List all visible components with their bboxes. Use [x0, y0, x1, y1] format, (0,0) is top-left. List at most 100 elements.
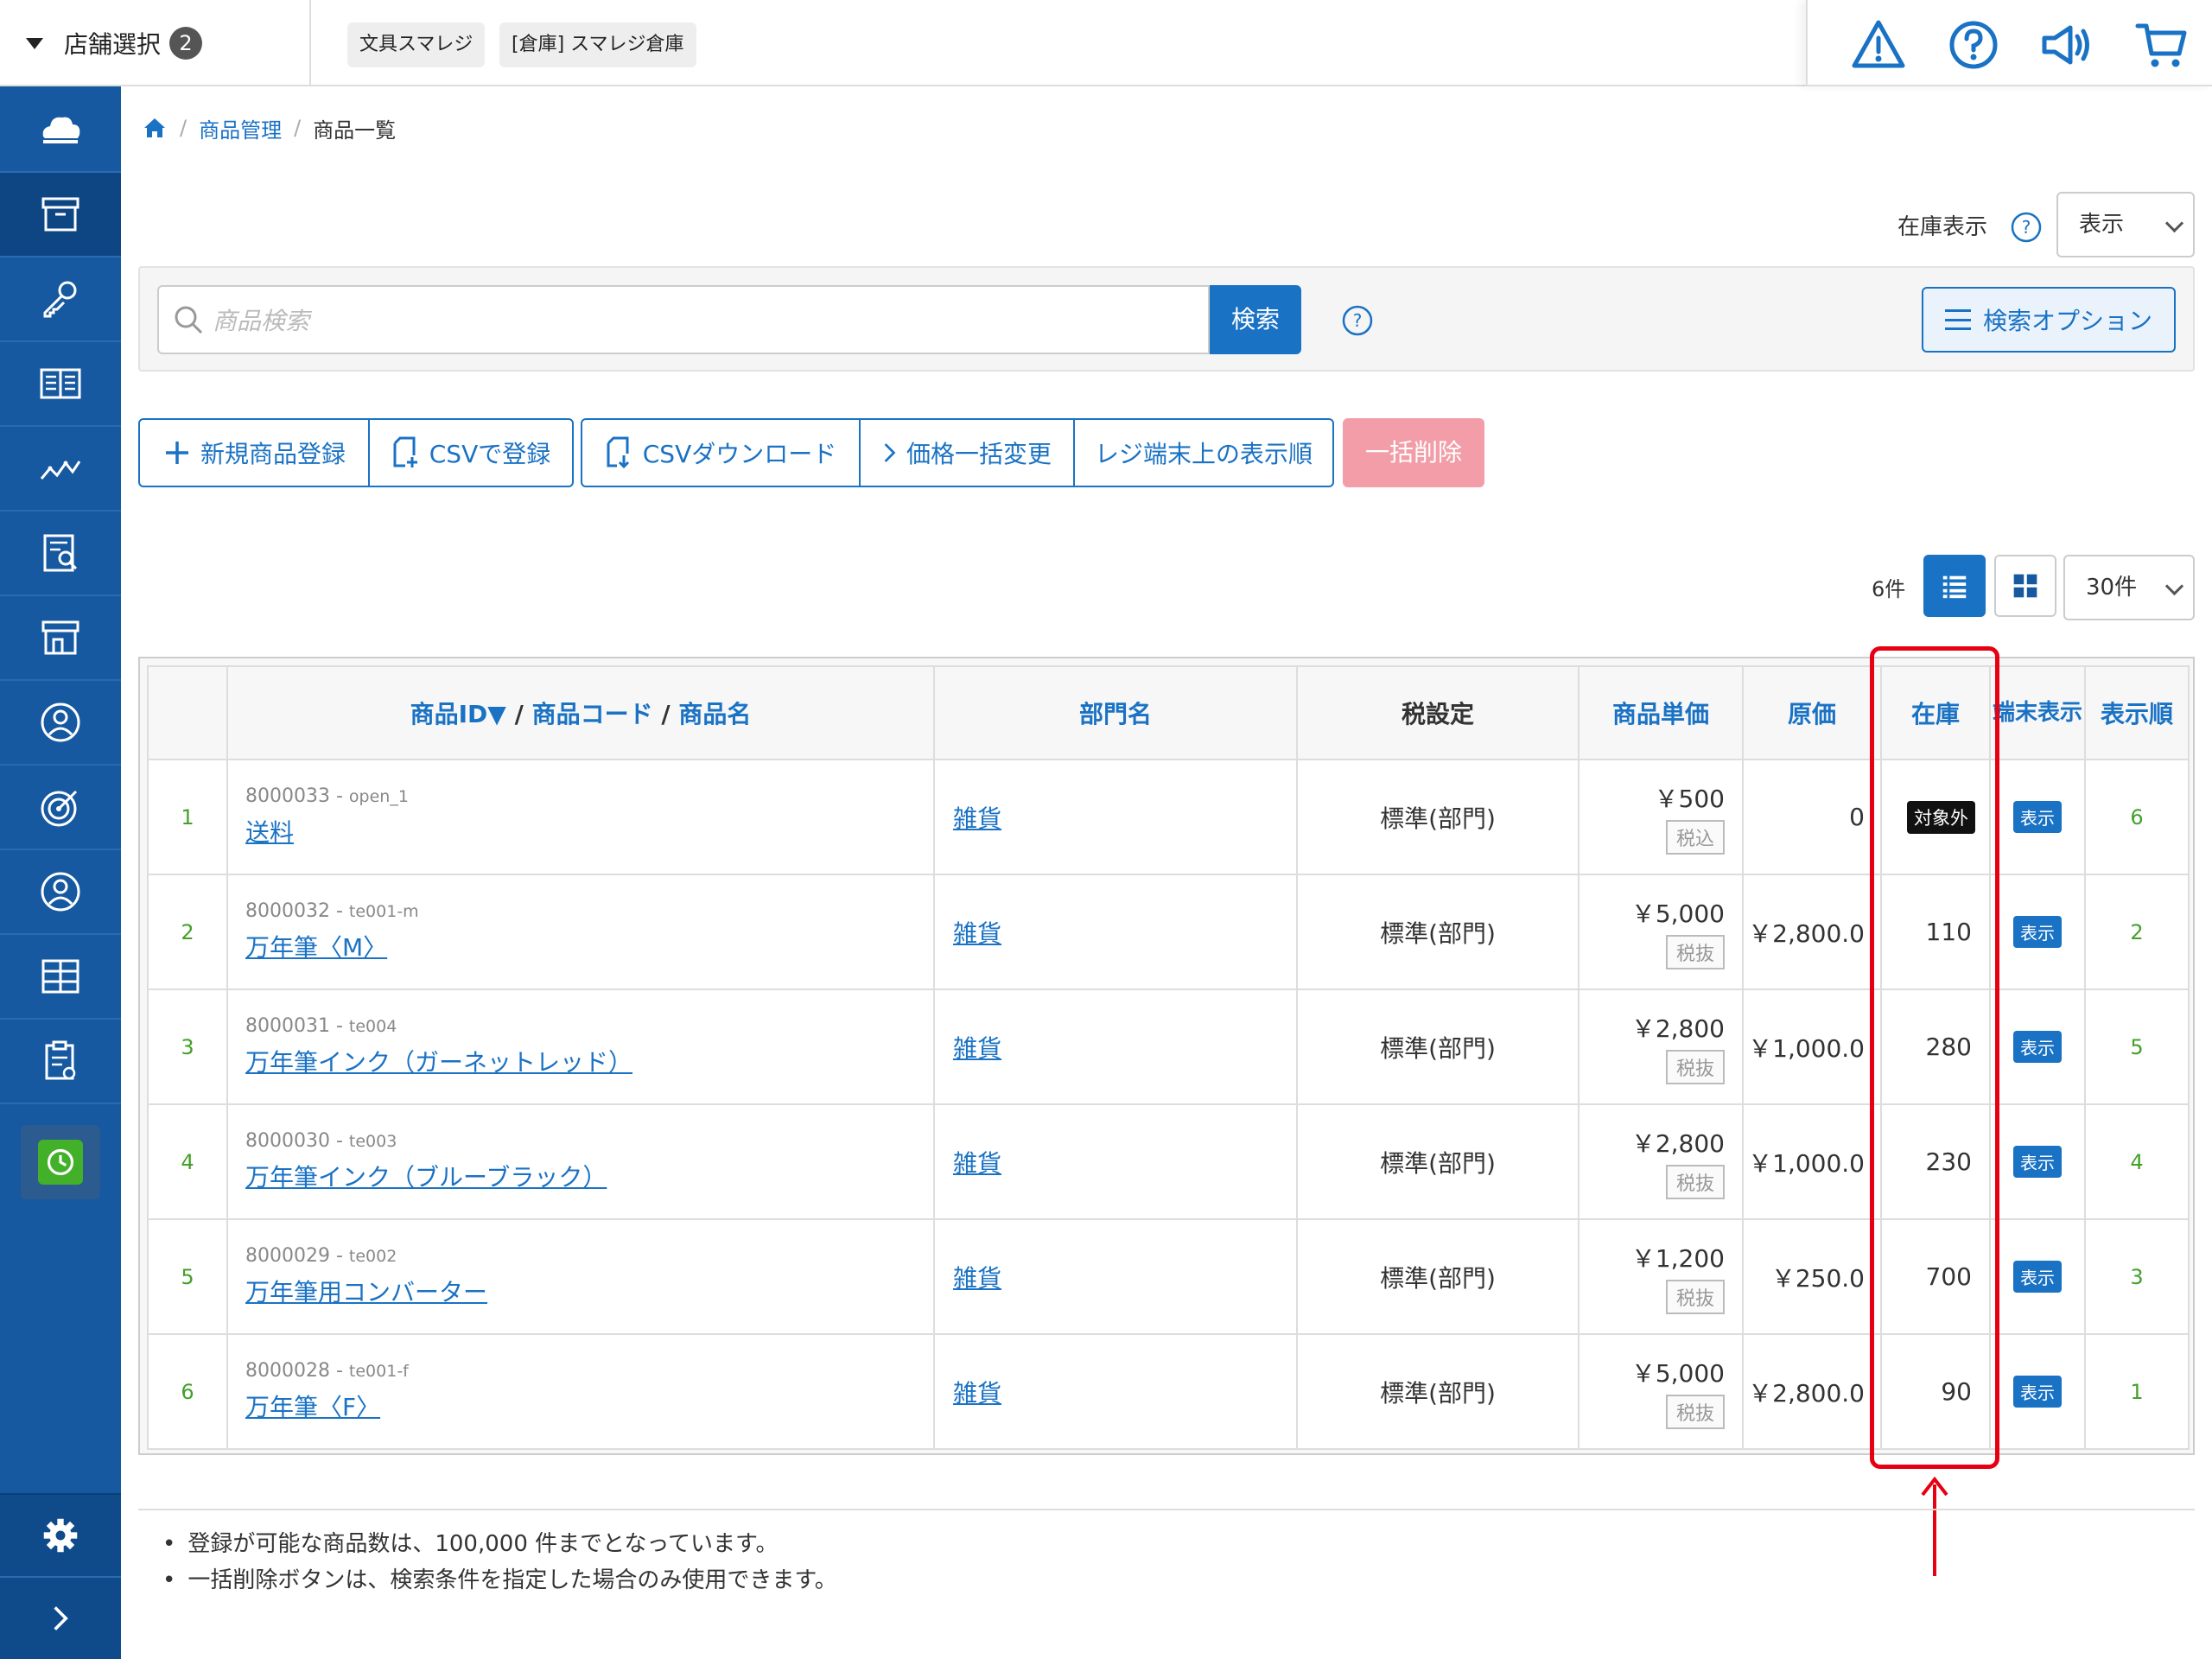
- product-name-link[interactable]: 万年筆インク（ブルーブラック）: [245, 1159, 607, 1193]
- new-product-button[interactable]: 新規商品登録: [140, 420, 370, 486]
- product-id-code: 8000033 - open_1: [245, 785, 409, 807]
- dept-cell: 雑貨: [933, 1103, 1298, 1220]
- sidebar-item-products[interactable]: [0, 173, 121, 257]
- product-cell: 8000032 - te001-m 万年筆〈M〉: [226, 874, 935, 990]
- terminal-display-badge: 表示: [2013, 1376, 2062, 1408]
- sidebar-item-key[interactable]: [0, 257, 121, 342]
- dept-link[interactable]: 雑貨: [936, 804, 1001, 833]
- grid-icon: [41, 959, 79, 994]
- clipboard-icon: [45, 1040, 76, 1080]
- csv-download-button[interactable]: CSVダウンロード: [582, 420, 861, 486]
- help-icon[interactable]: ?: [2010, 211, 2043, 244]
- customer-icon: [41, 872, 80, 912]
- terminal-display-badge: 表示: [2013, 916, 2062, 948]
- home-icon[interactable]: [142, 115, 168, 141]
- cost-price: 0: [1742, 759, 1882, 875]
- product-id: 8000028: [245, 1360, 330, 1382]
- sidebar-item-clock[interactable]: [21, 1125, 100, 1199]
- announce-icon[interactable]: [2039, 17, 2094, 73]
- caret-down-icon: [26, 37, 43, 49]
- sidebar-item-customer[interactable]: [0, 850, 121, 935]
- bulk-delete-button[interactable]: 一括削除: [1343, 418, 1484, 487]
- product-name-link[interactable]: 送料: [245, 814, 294, 849]
- sidebar-item-staff[interactable]: [0, 681, 121, 766]
- dept-link[interactable]: 雑貨: [936, 1034, 1001, 1063]
- header-display-order[interactable]: 表示順: [2084, 665, 2190, 760]
- file-add-icon: [393, 436, 417, 467]
- sidebar-item-clipboard[interactable]: [0, 1020, 121, 1104]
- per-page-value: 30件: [2086, 575, 2138, 601]
- list-icon: [1942, 575, 1967, 599]
- product-id-code: 8000031 - te004: [245, 1015, 397, 1037]
- sort-product-code[interactable]: 商品コード: [532, 700, 653, 728]
- product-id: 8000033: [245, 785, 330, 807]
- search-button[interactable]: 検索: [1210, 285, 1301, 354]
- sort-product-id[interactable]: 商品ID▼: [410, 700, 506, 728]
- box-icon: [41, 197, 79, 232]
- tax-type-badge: 税抜: [1665, 1279, 1725, 1314]
- store-tag-2[interactable]: [倉庫] スマレジ倉庫: [499, 22, 696, 67]
- chevron-right-icon: [54, 1606, 68, 1630]
- tax-type-badge: 税抜: [1665, 1049, 1725, 1084]
- terminal-display-cell: 表示: [1989, 1218, 2086, 1335]
- search-input[interactable]: [211, 287, 1199, 354]
- dept-link[interactable]: 雑貨: [936, 919, 1001, 948]
- display-order: 6: [2084, 759, 2190, 875]
- sidebar-item-target[interactable]: [0, 766, 121, 850]
- header-terminal-display[interactable]: 端末表示: [1989, 665, 2086, 760]
- sidebar-item-analytics[interactable]: [0, 427, 121, 512]
- product-id: 8000031: [245, 1015, 330, 1037]
- dept-link[interactable]: 雑貨: [936, 1379, 1001, 1408]
- sidebar-item-book[interactable]: [0, 342, 121, 427]
- price-bulk-change-button[interactable]: 価格一括変更: [861, 420, 1075, 486]
- expand-sidebar-button[interactable]: [0, 1576, 121, 1659]
- store-select-label: 店舗選択: [64, 30, 162, 59]
- header-dept[interactable]: 部門名: [933, 665, 1298, 760]
- warning-icon[interactable]: [1851, 17, 1906, 73]
- register-display-order-button[interactable]: レジ端末上の表示順: [1075, 420, 1332, 486]
- price-cell: ￥5,000 税抜: [1578, 874, 1744, 990]
- search-options-button[interactable]: 検索オプション: [1922, 287, 2176, 353]
- cost-price: ￥2,800.0: [1742, 874, 1882, 990]
- product-name-link[interactable]: 万年筆〈M〉: [245, 929, 387, 963]
- breadcrumb-products[interactable]: 商品管理: [199, 113, 282, 143]
- dept-link[interactable]: 雑貨: [936, 1264, 1001, 1293]
- sort-product-name[interactable]: 商品名: [678, 700, 751, 728]
- product-cell: 8000031 - te004 万年筆インク（ガーネットレッド）: [226, 988, 935, 1105]
- sidebar-item-grid[interactable]: [0, 935, 121, 1020]
- row-number: 6: [147, 1333, 228, 1450]
- list-view-button[interactable]: [1923, 555, 1986, 617]
- help-icon[interactable]: [1946, 17, 2001, 73]
- product-code: open_1: [348, 787, 409, 806]
- register-button-group: 新規商品登録 CSVで登録: [138, 418, 574, 487]
- header-price[interactable]: 商品単価: [1578, 665, 1744, 760]
- sidebar-item-report[interactable]: [0, 512, 121, 596]
- per-page-select[interactable]: 30件: [2063, 555, 2195, 620]
- store-select-dropdown[interactable]: 店舗選択 2: [0, 0, 311, 86]
- product-code: te001-f: [348, 1362, 409, 1381]
- notes-list: 登録が可能な商品数は、100,000 件までとなっています。 一括削除ボタンは、…: [181, 1526, 837, 1599]
- sidebar-item-store[interactable]: [0, 596, 121, 681]
- price-cell: ￥1,200 税抜: [1578, 1218, 1744, 1335]
- cart-icon[interactable]: [2134, 17, 2190, 73]
- dept-link[interactable]: 雑貨: [936, 1149, 1001, 1178]
- row-number: 4: [147, 1103, 228, 1220]
- tax-setting: 標準(部門): [1296, 1103, 1580, 1220]
- header-cost[interactable]: 原価: [1742, 665, 1882, 760]
- product-name-link[interactable]: 万年筆用コンバーター: [245, 1274, 487, 1308]
- settings-button[interactable]: [0, 1493, 121, 1576]
- grid-icon: [2013, 574, 2037, 598]
- product-code: te002: [348, 1247, 397, 1266]
- csv-register-button[interactable]: CSVで登録: [370, 420, 572, 486]
- product-name-link[interactable]: 万年筆〈F〉: [245, 1389, 380, 1423]
- dept-cell: 雑貨: [933, 1218, 1298, 1335]
- grid-view-button[interactable]: [1994, 555, 2056, 617]
- product-id-code: 8000030 - te003: [245, 1130, 397, 1152]
- store-tag-1[interactable]: 文具スマレジ: [347, 22, 486, 67]
- product-name-link[interactable]: 万年筆インク（ガーネットレッド）: [245, 1044, 632, 1078]
- note-item: 登録が可能な商品数は、100,000 件までとなっています。: [181, 1526, 837, 1562]
- sidebar-item-home[interactable]: [0, 88, 121, 173]
- help-icon[interactable]: ?: [1341, 304, 1374, 337]
- price-cell: ￥2,800 税抜: [1578, 1103, 1744, 1220]
- stock-display-select[interactable]: 表示: [2056, 192, 2195, 257]
